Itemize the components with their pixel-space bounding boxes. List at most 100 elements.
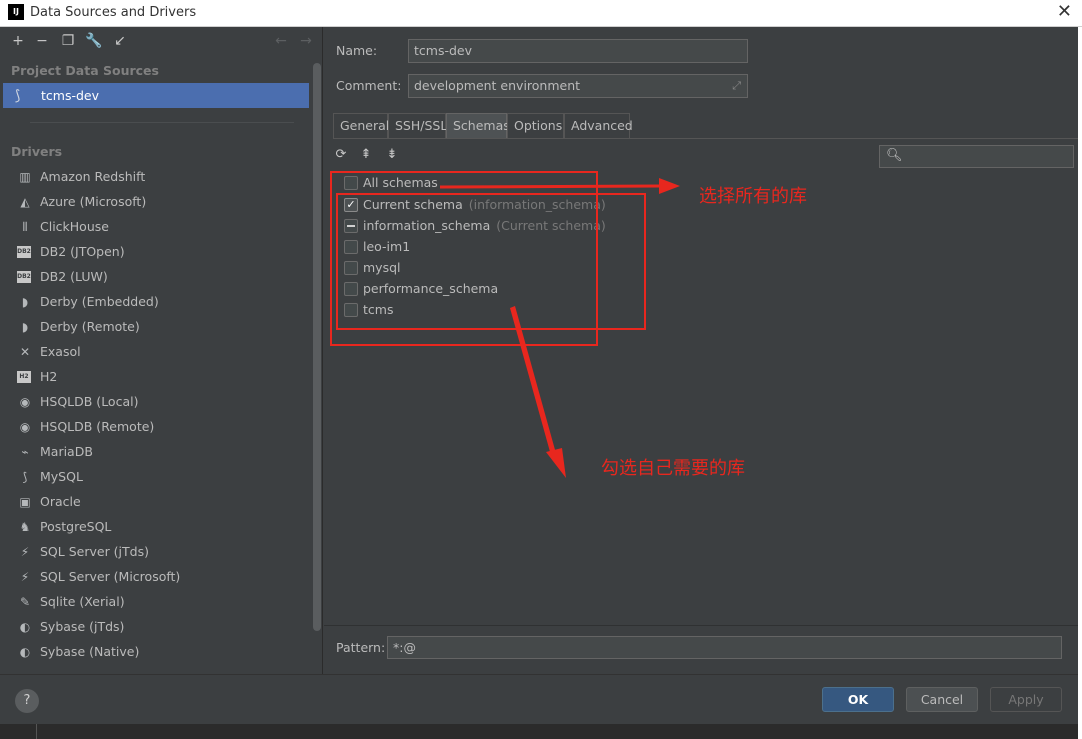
comment-field[interactable]: development environment ⤢ bbox=[408, 74, 748, 98]
driver-label: Derby (Embedded) bbox=[40, 294, 159, 309]
derby-hat-icon: ◗ bbox=[21, 295, 29, 309]
expand-all-icon[interactable]: ⇞ bbox=[358, 147, 374, 163]
driver-label: SQL Server (Microsoft) bbox=[40, 569, 181, 584]
cancel-button[interactable]: Cancel bbox=[906, 687, 978, 712]
redshift-icon: ▥ bbox=[19, 170, 31, 184]
data-source-settings-panel: Name: tcms-dev Comment: development envi… bbox=[324, 27, 1078, 674]
sybase-icon: ◐ bbox=[19, 645, 31, 659]
driver-item-sybase-native[interactable]: ◐ Sybase (Native) bbox=[0, 640, 310, 665]
apply-button[interactable]: Apply bbox=[990, 687, 1062, 712]
driver-item-derby-embedded[interactable]: ◗ Derby (Embedded) bbox=[0, 290, 310, 315]
search-icon: 🔍︎ bbox=[886, 148, 903, 163]
driver-item-mysql[interactable]: ⟆ MySQL bbox=[0, 465, 310, 490]
name-label: Name: bbox=[336, 43, 378, 58]
driver-item-sqlite[interactable]: ✎ Sqlite (Xerial) bbox=[0, 590, 310, 615]
annotation-select-all: 选择所有的库 bbox=[699, 186, 807, 207]
driver-item-clickhouse[interactable]: ⦀ ClickHouse bbox=[0, 215, 310, 240]
name-field[interactable]: tcms-dev bbox=[408, 39, 748, 63]
clickhouse-icon: ⦀ bbox=[22, 220, 28, 234]
tab-general[interactable]: General bbox=[333, 113, 389, 138]
window-title: Data Sources and Drivers bbox=[30, 5, 197, 20]
postgresql-elephant-icon: ♞ bbox=[19, 520, 31, 534]
driver-label: SQL Server (jTds) bbox=[40, 544, 149, 559]
mysql-dolphin-icon: ⟆ bbox=[15, 88, 21, 104]
azure-icon: ◭ bbox=[20, 195, 30, 209]
collapse-all-icon[interactable]: ⇟ bbox=[384, 147, 400, 163]
add-icon[interactable]: + bbox=[9, 32, 27, 50]
driver-item-exasol[interactable]: ✕ Exasol bbox=[0, 340, 310, 365]
driver-label: Exasol bbox=[40, 344, 81, 359]
data-source-item-tcms-dev[interactable]: ⟆ tcms-dev bbox=[3, 83, 309, 108]
h2-icon: H2 bbox=[17, 371, 31, 383]
annotation-select-needed: 勾选自己需要的库 bbox=[601, 458, 745, 479]
data-source-label: tcms-dev bbox=[41, 88, 99, 103]
comment-value: development environment bbox=[414, 78, 581, 93]
driver-label: MariaDB bbox=[40, 444, 93, 459]
tab-advanced[interactable]: Advanced bbox=[564, 113, 633, 138]
driver-label: ClickHouse bbox=[40, 219, 109, 234]
driver-item-postgresql[interactable]: ♞ PostgreSQL bbox=[0, 515, 310, 540]
tab-divider bbox=[333, 138, 1078, 139]
driver-label: MySQL bbox=[40, 469, 83, 484]
annotation-box-inner bbox=[336, 193, 646, 330]
driver-item-derby-remote[interactable]: ◗ Derby (Remote) bbox=[0, 315, 310, 340]
tab-options[interactable]: Options bbox=[507, 113, 564, 138]
db2-icon: DB2 bbox=[17, 246, 31, 258]
sidebar-scrollbar[interactable] bbox=[313, 63, 321, 631]
expand-icon[interactable]: ⤢ bbox=[732, 78, 741, 94]
sql-server-icon: ⚡ bbox=[20, 570, 30, 584]
hsqldb-icon: ◉ bbox=[19, 395, 31, 409]
pattern-row: Pattern: *:@ bbox=[324, 625, 1078, 674]
driver-label: Derby (Remote) bbox=[40, 319, 140, 334]
derby-hat-icon: ◗ bbox=[21, 320, 29, 334]
driver-item-hsqldb-local[interactable]: ◉ HSQLDB (Local) bbox=[0, 390, 310, 415]
driver-item-db2-luw[interactable]: DB2 DB2 (LUW) bbox=[0, 265, 310, 290]
intellij-app-icon: IJ bbox=[8, 4, 24, 20]
oracle-icon: ▣ bbox=[19, 495, 31, 509]
tab-schemas[interactable]: Schemas bbox=[446, 113, 510, 138]
driver-item-azure[interactable]: ◭ Azure (Microsoft) bbox=[0, 190, 310, 215]
driver-item-hsqldb-remote[interactable]: ◉ HSQLDB (Remote) bbox=[0, 415, 310, 440]
tab-ssh-ssl[interactable]: SSH/SSL bbox=[388, 113, 447, 138]
schema-search-input[interactable]: 🔍︎ bbox=[879, 145, 1074, 168]
driver-item-h2[interactable]: H2 H2 bbox=[0, 365, 310, 390]
driver-item-amazon-redshift[interactable]: ▥ Amazon Redshift bbox=[0, 165, 310, 190]
hsqldb-icon: ◉ bbox=[19, 420, 31, 434]
duplicate-icon[interactable]: ❐ bbox=[59, 32, 77, 50]
sidebar-toolbar: + − ❐ 🔧 ↙ ← → bbox=[0, 27, 323, 57]
driver-item-mariadb[interactable]: ⌁ MariaDB bbox=[0, 440, 310, 465]
exasol-icon: ✕ bbox=[19, 345, 31, 359]
forward-arrow-icon[interactable]: → bbox=[297, 32, 315, 50]
wrench-icon[interactable]: 🔧 bbox=[85, 32, 103, 50]
ok-button[interactable]: OK bbox=[822, 687, 894, 712]
drivers-heading: Drivers bbox=[11, 144, 63, 159]
pattern-label: Pattern: bbox=[336, 640, 386, 655]
driver-label: Amazon Redshift bbox=[40, 169, 146, 184]
driver-item-oracle[interactable]: ▣ Oracle bbox=[0, 490, 310, 515]
driver-item-sql-server-jtds[interactable]: ⚡ SQL Server (jTds) bbox=[0, 540, 310, 565]
divider bbox=[30, 122, 294, 123]
import-icon[interactable]: ↙ bbox=[111, 32, 129, 50]
driver-item-sql-server-microsoft[interactable]: ⚡ SQL Server (Microsoft) bbox=[0, 565, 310, 590]
project-data-sources-heading: Project Data Sources bbox=[11, 63, 159, 78]
back-arrow-icon[interactable]: ← bbox=[272, 32, 290, 50]
pattern-field[interactable]: *:@ bbox=[387, 636, 1062, 659]
close-icon[interactable]: ✕ bbox=[1057, 2, 1072, 22]
sybase-icon: ◐ bbox=[19, 620, 31, 634]
driver-item-db2-jtopen[interactable]: DB2 DB2 (JTOpen) bbox=[0, 240, 310, 265]
driver-label: Oracle bbox=[40, 494, 81, 509]
refresh-icon[interactable]: ⟳ bbox=[333, 147, 349, 163]
sqlite-feather-icon: ✎ bbox=[19, 595, 31, 609]
mariadb-seal-icon: ⌁ bbox=[21, 445, 29, 459]
sql-server-icon: ⚡ bbox=[20, 545, 30, 559]
driver-label: Sybase (Native) bbox=[40, 644, 140, 659]
help-button[interactable]: ? bbox=[15, 689, 39, 713]
driver-label: H2 bbox=[40, 369, 58, 384]
arrow-head-select-needed bbox=[546, 448, 566, 478]
driver-item-sybase-jtds[interactable]: ◐ Sybase (jTds) bbox=[0, 615, 310, 640]
remove-icon[interactable]: − bbox=[33, 32, 51, 50]
dialog-button-bar: ? OK Cancel Apply bbox=[0, 674, 1078, 724]
window-edge bbox=[1078, 27, 1082, 739]
mysql-dolphin-icon: ⟆ bbox=[22, 470, 28, 484]
driver-label: PostgreSQL bbox=[40, 519, 112, 534]
